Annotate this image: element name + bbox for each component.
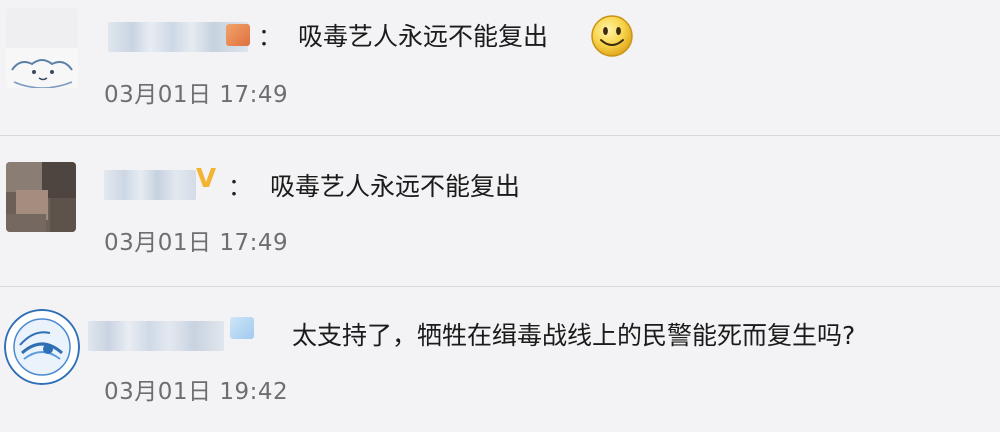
comment-item[interactable]: V ： 吸毒艺人永远不能复出 03月01日 17:49 [0,136,1000,286]
comment-timestamp: 03月01日 17:49 [104,82,289,108]
avatar[interactable] [6,8,78,88]
comment-text: 吸毒艺人永远不能复出 [298,22,549,51]
verified-badge-icon: V [196,164,217,194]
comment-text: 吸毒艺人永远不能复出 [270,172,521,201]
username[interactable] [88,321,224,351]
avatar[interactable] [4,309,80,385]
comment-list: ： 吸毒艺人永远不能复出 03月01日 17:49 V ： 吸毒艺人永远不能复出… [0,0,1000,432]
comment-timestamp: 03月01日 17:49 [104,230,289,256]
separator: ： [258,23,282,51]
separator: ： [228,173,252,201]
user-badge-icon [226,24,250,46]
comment-item[interactable]: 太支持了，牺牲在缉毒战线上的民警能死而复生吗? 03月01日 19:42 [0,287,1000,432]
avatar[interactable] [6,162,76,232]
comment-timestamp: 03月01日 19:42 [104,379,289,405]
comment-text: 太支持了，牺牲在缉毒战线上的民警能死而复生吗? [292,321,856,350]
user-badge-icon [230,317,254,339]
comment-item[interactable]: ： 吸毒艺人永远不能复出 03月01日 17:49 [0,0,1000,135]
smiley-emoji-icon [590,14,634,58]
username[interactable] [104,170,196,200]
